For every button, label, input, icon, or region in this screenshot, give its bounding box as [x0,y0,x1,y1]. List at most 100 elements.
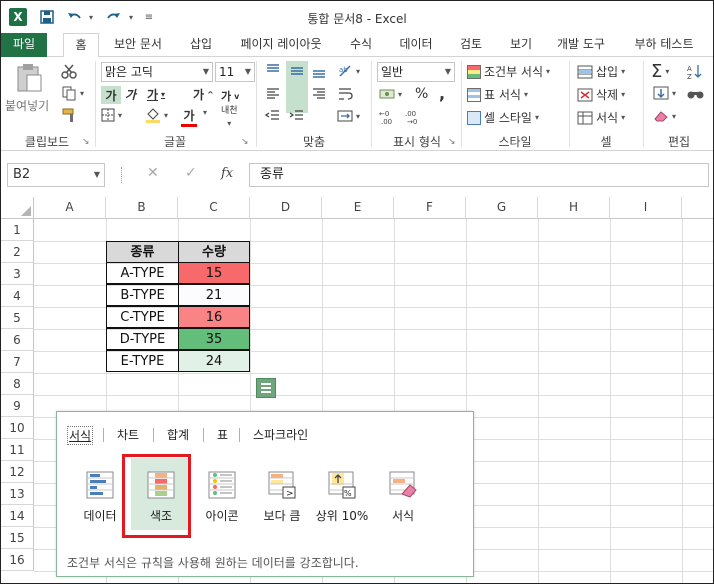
row-header[interactable]: 13 [1,483,34,505]
font-name-combo[interactable]: 맑은 고딕 ▼ [101,62,213,82]
select-all-corner[interactable] [1,197,34,219]
wrap-text-button[interactable] [337,87,353,101]
name-box[interactable]: B2 ▼ [7,163,105,187]
copy-icon[interactable]: ▾ [61,85,84,101]
number-launcher-icon[interactable]: ↘ [448,137,456,147]
table-cell-type[interactable]: D-TYPE [106,328,179,350]
column-header[interactable]: I [610,197,682,219]
comma-button[interactable]: , [439,84,445,103]
shrink-font-button[interactable]: 가v [221,88,239,104]
tab-home[interactable]: 홈 [63,33,99,58]
row-header[interactable]: 4 [1,285,34,307]
row-header[interactable]: 16 [1,549,34,571]
row-header[interactable]: 12 [1,461,34,483]
clear-button[interactable]: ▾ [653,109,676,123]
phonetic-guide-button[interactable]: 내천 ▾ [221,107,238,129]
qa-tile-data-bars[interactable]: 데이터 [70,470,130,524]
delete-cells-button[interactable]: 삭제 ▾ [577,86,625,103]
orientation-button[interactable]: ab ▾ [337,63,360,79]
grow-font-button[interactable]: 가 ^ [193,86,214,103]
font-launcher-icon[interactable]: ↘ [241,137,249,147]
align-bottom-button[interactable] [311,63,327,79]
font-color-button[interactable]: 가 [181,107,197,127]
merge-center-button[interactable]: ▾ [337,109,360,123]
table-cell-qty[interactable]: 21 [178,284,250,306]
align-left-button[interactable] [265,87,281,101]
row-header[interactable]: 15 [1,527,34,549]
column-header[interactable]: H [538,197,610,219]
row-header[interactable]: 7 [1,351,34,373]
tab-formulas[interactable]: 수식 [341,33,381,57]
find-select-button[interactable] [687,86,705,100]
italic-button[interactable]: 가 [125,86,136,103]
column-header[interactable]: B [106,197,178,219]
table-cell-type[interactable]: E-TYPE [106,350,179,372]
align-middle-button[interactable] [286,61,308,113]
row-header[interactable]: 14 [1,505,34,527]
font-size-combo[interactable]: 11 ▼ [215,62,255,82]
column-header[interactable]: E [322,197,394,219]
qa-tile-icon-set[interactable]: 아이콘 [192,470,252,524]
increase-indent-button[interactable] [289,109,305,123]
row-header[interactable]: 6 [1,329,34,351]
align-right-button[interactable] [311,87,327,101]
row-header[interactable]: 8 [1,373,34,395]
tab-developer[interactable]: 개발 도구 [551,33,611,57]
tab-load-test[interactable]: 부하 테스트 [621,33,707,57]
qa-tab-tables[interactable]: 표 [217,426,228,443]
enter-check-icon[interactable]: ✓ [185,165,197,181]
percent-button[interactable]: % [415,86,428,102]
format-painter-icon[interactable] [61,107,77,123]
column-header[interactable] [682,197,713,219]
bold-button[interactable]: 가 [101,86,121,104]
qa-tab-formatting[interactable]: 서식 [67,426,94,445]
table-cell-qty[interactable]: 16 [178,306,250,328]
row-header[interactable]: 2 [1,241,34,263]
clipboard-launcher-icon[interactable]: ↘ [82,137,90,147]
cancel-icon[interactable]: ✕ [147,165,159,181]
column-header[interactable]: G [466,197,538,219]
tab-data[interactable]: 데이터 [391,33,441,57]
sort-filter-button[interactable]: AZ [687,63,703,79]
qa-tab-sparklines[interactable]: 스파크라인 [253,426,308,443]
row-header[interactable]: 1 [1,219,34,241]
cell-styles-button[interactable]: 셀 스타일 ▾ [467,109,539,126]
column-header[interactable]: F [394,197,466,219]
row-header[interactable]: 10 [1,417,34,439]
table-cell-type[interactable]: B-TYPE [106,284,179,306]
underline-button[interactable]: 가 ▾ [147,86,165,103]
tab-review[interactable]: 검토 [451,33,491,57]
decrease-decimal-button[interactable]: .00 →0 [405,109,423,125]
insert-function-button[interactable]: fx [221,166,233,181]
cut-icon[interactable] [61,63,77,79]
table-header-qty[interactable]: 수량 [178,241,250,263]
column-header[interactable]: D [250,197,322,219]
formula-input[interactable]: 종류 [249,163,709,187]
font-color-dropdown[interactable]: ▾ [203,108,207,117]
qa-tile-top-10[interactable]: % 상위 10% [312,470,372,524]
column-header[interactable]: A [34,197,106,219]
autosum-button[interactable]: Σ ▾ [651,61,669,82]
qa-tile-greater-than[interactable]: > 보다 큼 [252,470,312,524]
tab-page-layout[interactable]: 페이지 레이아웃 [231,33,331,57]
align-top-button[interactable] [265,63,281,79]
paste-button[interactable] [15,63,43,93]
fill-button[interactable]: ▾ [653,86,676,100]
format-as-table-button[interactable]: 표 서식 ▾ [467,86,528,103]
quick-analysis-button[interactable] [256,378,276,398]
conditional-formatting-button[interactable]: 조건부 서식 ▾ [467,63,550,80]
tab-file[interactable]: 파일 [1,33,47,57]
increase-decimal-button[interactable]: ←0.00 [379,109,397,125]
formula-bar-grip[interactable] [121,167,125,183]
table-cell-qty[interactable]: 15 [178,262,250,284]
column-header[interactable]: C [178,197,250,219]
qa-tile-clear-format[interactable]: 서식 [373,470,433,524]
tab-view[interactable]: 보기 [501,33,541,57]
insert-cells-button[interactable]: 삽입 ▾ [577,63,625,80]
table-header-type[interactable]: 종류 [106,241,179,263]
number-format-combo[interactable]: 일반 ▼ [377,62,455,82]
qa-tab-totals[interactable]: 합계 [167,426,189,443]
row-header[interactable]: 5 [1,307,34,329]
fill-color-button[interactable]: ▾ [145,106,168,124]
table-cell-type[interactable]: A-TYPE [106,262,179,284]
